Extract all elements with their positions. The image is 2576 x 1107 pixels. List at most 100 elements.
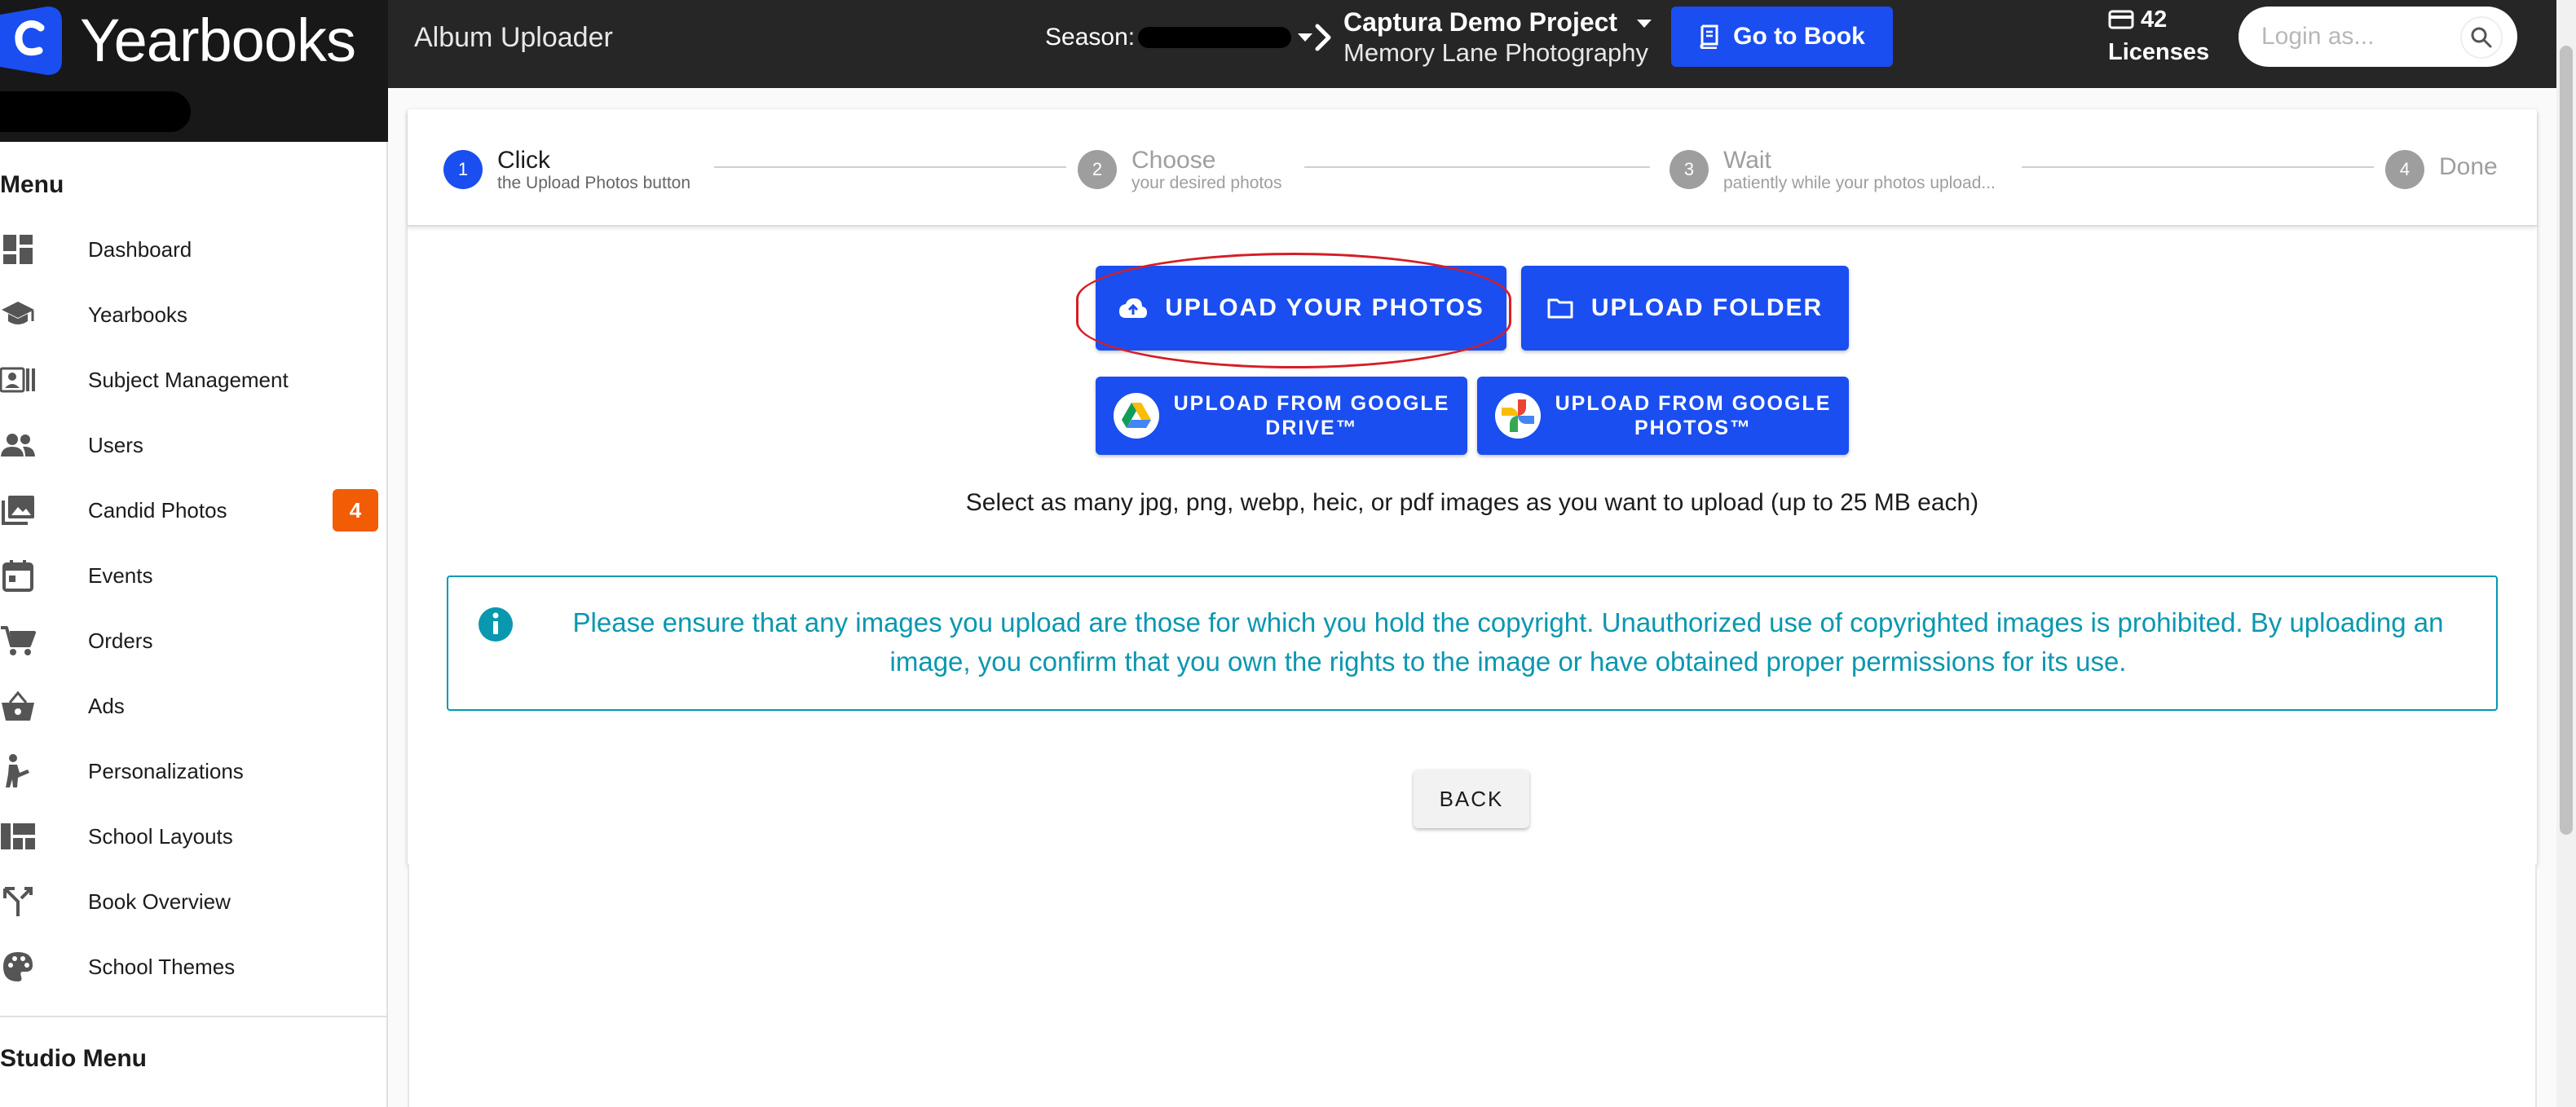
copyright-notice: Please ensure that any images you upload… bbox=[572, 607, 2444, 677]
step-number: 2 bbox=[1078, 150, 1117, 189]
scrollbar[interactable] bbox=[2556, 0, 2576, 1107]
step-connector bbox=[2022, 166, 2374, 168]
content-area bbox=[408, 866, 2537, 1107]
page-title: Album Uploader bbox=[414, 22, 613, 53]
sidebar-item-label: Ads bbox=[88, 693, 125, 718]
upload-photos-button[interactable]: UPLOAD YOUR PHOTOS bbox=[1096, 266, 1506, 351]
chevron-right-icon bbox=[1315, 24, 1331, 51]
sidebar-item-dashboard[interactable]: Dashboard bbox=[0, 217, 388, 282]
cloud-upload-icon bbox=[1119, 298, 1148, 318]
login-as-field bbox=[2239, 7, 2517, 67]
menu-heading: Menu bbox=[0, 171, 64, 198]
step-title: Wait bbox=[1723, 147, 1771, 174]
brand-logo-icon bbox=[0, 7, 62, 75]
step-connector bbox=[1304, 166, 1650, 168]
sidebar-item-personalizations[interactable]: Personalizations bbox=[0, 739, 388, 804]
project-name: Captura Demo Project bbox=[1343, 7, 1618, 37]
upload-card: 1 Click the Upload Photos button 2 Choos… bbox=[408, 109, 2537, 866]
sidebar: Menu Dashboard Yearbooks Subject Managem… bbox=[0, 142, 388, 1107]
step-subtitle: the Upload Photos button bbox=[497, 174, 691, 192]
cart-icon bbox=[0, 623, 36, 659]
layout-icon bbox=[0, 818, 36, 854]
palette-icon bbox=[0, 949, 36, 985]
redacted-school-name bbox=[0, 91, 191, 132]
step-title: Click bbox=[497, 147, 550, 174]
studio-menu-heading: Studio Menu bbox=[0, 1045, 147, 1072]
sidebar-item-label: Yearbooks bbox=[88, 302, 187, 327]
upload-folder-button[interactable]: UPLOAD FOLDER bbox=[1521, 266, 1849, 351]
project-dropdown-icon[interactable] bbox=[1637, 20, 1652, 28]
sidebar-item-label: Dashboard bbox=[88, 236, 192, 262]
step-subtitle: patiently while your photos upload... bbox=[1723, 174, 1996, 192]
step-connector bbox=[714, 166, 1066, 168]
calendar-icon bbox=[0, 558, 36, 593]
season-selector[interactable]: Season: bbox=[1045, 20, 1313, 55]
sidebar-item-label: Users bbox=[88, 432, 143, 457]
upload-instructions: Select as many jpg, png, webp, heic, or … bbox=[965, 489, 1979, 516]
copyright-alert: Please ensure that any images you upload… bbox=[447, 576, 2498, 711]
sidebar-item-users[interactable]: Users bbox=[0, 412, 388, 478]
season-label: Season: bbox=[1045, 24, 1136, 51]
sidebar-item-events[interactable]: Events bbox=[0, 543, 388, 608]
sidebar-item-ads[interactable]: Ads bbox=[0, 673, 388, 739]
sidebar-divider bbox=[0, 1016, 386, 1017]
candid-photos-count-badge: 4 bbox=[333, 489, 378, 531]
google-drive-icon bbox=[1113, 393, 1159, 439]
sidebar-item-label: Orders bbox=[88, 628, 153, 653]
google-photos-icon bbox=[1494, 393, 1541, 439]
sidebar-item-label: Book Overview bbox=[88, 889, 231, 914]
sidebar-item-label: Events bbox=[88, 562, 153, 588]
upload-photos-label: UPLOAD YOUR PHOTOS bbox=[1165, 294, 1484, 321]
sidebar-item-label: Candid Photos bbox=[88, 497, 227, 523]
back-button[interactable]: BACK bbox=[1414, 770, 1529, 828]
folder-icon bbox=[1547, 298, 1573, 319]
upload-drive-label: UPLOAD FROM GOOGLE bbox=[1173, 392, 1450, 415]
licenses-label: Licenses bbox=[2108, 39, 2210, 65]
dashboard-icon bbox=[0, 232, 36, 267]
sidebar-item-label: Personalizations bbox=[88, 758, 244, 783]
merge-icon bbox=[0, 884, 36, 920]
step-done: 4 Done bbox=[2385, 147, 2498, 189]
sidebar-item-subject-management[interactable]: Subject Management bbox=[0, 347, 388, 412]
go-to-book-label: Go to Book bbox=[1733, 23, 1865, 50]
step-title: Choose bbox=[1131, 147, 1216, 174]
step-title: Done bbox=[2439, 153, 2498, 180]
step-click: 1 Click the Upload Photos button bbox=[443, 147, 690, 192]
login-as-input[interactable] bbox=[2261, 20, 2457, 54]
users-icon bbox=[0, 427, 36, 463]
upload-google-photos-button[interactable]: UPLOAD FROM GOOGLE PHOTOS™ bbox=[1477, 377, 1849, 455]
contacts-icon bbox=[0, 362, 36, 398]
step-subtitle: your desired photos bbox=[1131, 174, 1282, 192]
step-choose: 2 Choose your desired photos bbox=[1078, 147, 1281, 192]
sidebar-item-label: School Themes bbox=[88, 954, 236, 979]
studio-name: Memory Lane Photography bbox=[1343, 38, 1648, 67]
upload-drive-label-2: DRIVE™ bbox=[1265, 417, 1358, 439]
upload-stepper: 1 Click the Upload Photos button 2 Choos… bbox=[408, 109, 2537, 227]
search-icon bbox=[2471, 27, 2492, 48]
sidebar-item-orders[interactable]: Orders bbox=[0, 608, 388, 673]
search-button[interactable] bbox=[2460, 16, 2503, 59]
redacted-season-value bbox=[1138, 27, 1292, 48]
upload-google-drive-button[interactable]: UPLOAD FROM GOOGLE DRIVE™ bbox=[1096, 377, 1467, 455]
sidebar-item-label: Subject Management bbox=[88, 367, 289, 392]
step-number: 4 bbox=[2385, 150, 2424, 189]
go-to-book-button[interactable]: Go to Book bbox=[1671, 7, 1893, 67]
step-number: 1 bbox=[443, 150, 483, 189]
sidebar-item-candid-photos[interactable]: Candid Photos 4 bbox=[0, 478, 388, 543]
person-icon bbox=[0, 753, 36, 789]
sidebar-item-school-layouts[interactable]: School Layouts bbox=[0, 804, 388, 869]
book-icon bbox=[1700, 24, 1718, 49]
scrollbar-thumb[interactable] bbox=[2560, 46, 2573, 835]
basket-icon bbox=[0, 688, 36, 724]
sidebar-item-yearbooks[interactable]: Yearbooks bbox=[0, 282, 388, 347]
licenses-counter: 42 Licenses bbox=[2108, 3, 2209, 68]
upload-folder-label: UPLOAD FOLDER bbox=[1590, 294, 1824, 321]
sidebar-item-school-themes[interactable]: School Themes bbox=[0, 934, 388, 999]
sidebar-item-book-overview[interactable]: Book Overview bbox=[0, 869, 388, 934]
credit-card-icon bbox=[2108, 10, 2134, 29]
upload-gphotos-label-2: PHOTOS™ bbox=[1634, 417, 1753, 439]
graduation-cap-icon bbox=[0, 297, 36, 333]
brand-name[interactable]: Yearbooks bbox=[80, 7, 356, 75]
step-wait: 3 Wait patiently while your photos uploa… bbox=[1670, 147, 1996, 192]
project-selector[interactable]: Captura Demo Project Memory Lane Photogr… bbox=[1343, 7, 1648, 68]
